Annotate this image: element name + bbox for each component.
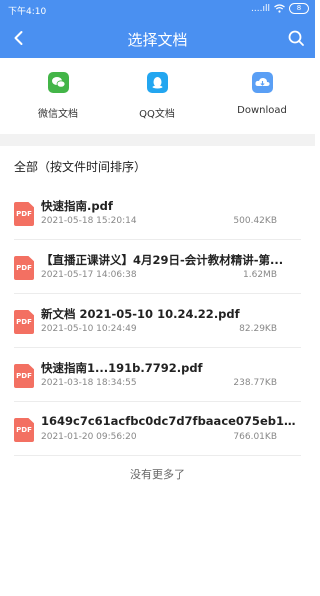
file-size: 500.42KB	[233, 216, 277, 226]
source-label: Download	[237, 105, 287, 116]
file-size: 238.77KB	[233, 378, 277, 388]
source-label: 微信文档	[38, 109, 78, 120]
app-header: 下午4:10 ....ıll 8 选择文档	[0, 0, 315, 58]
signal-icon: ....ıll	[251, 3, 270, 14]
pdf-icon: PDF	[14, 202, 34, 226]
status-icons: ....ıll 8	[251, 3, 309, 14]
file-name: 新文档 2021-05-10 10.24.22.pdf	[41, 307, 240, 321]
cloud-download-icon	[251, 72, 273, 93]
file-name: 1649c7c61acfbc0dc7d7fbaace075eb1.pdf	[41, 414, 299, 428]
battery-icon: 8	[289, 3, 309, 14]
pdf-icon: PDF	[14, 256, 34, 280]
source-wechat[interactable]: 微信文档	[18, 72, 98, 120]
file-size: 766.01KB	[233, 432, 277, 442]
source-qq[interactable]: QQ文档	[117, 72, 197, 120]
no-more-text: 没有更多了	[130, 468, 185, 481]
file-list: PDF 快速指南.pdf 2021-05-18 15:20:14 500.42K…	[0, 186, 315, 456]
status-time: 下午4:10	[8, 7, 47, 17]
file-size: 1.62MB	[243, 270, 277, 280]
file-item[interactable]: PDF 1649c7c61acfbc0dc7d7fbaace075eb1.pdf…	[14, 402, 301, 456]
file-name: 【直播正课讲义】4月29日-会计教材精讲-第...	[41, 253, 284, 267]
file-date: 2021-05-18 15:20:14	[41, 216, 137, 226]
source-download[interactable]: Download	[222, 72, 302, 116]
file-name: 快速指南.pdf	[41, 199, 113, 213]
file-item[interactable]: PDF 【直播正课讲义】4月29日-会计教材精讲-第... 2021-05-17…	[14, 240, 301, 294]
document-sources: 微信文档 QQ文档 Download	[0, 58, 315, 134]
file-item[interactable]: PDF 快速指南.pdf 2021-05-18 15:20:14 500.42K…	[14, 186, 301, 240]
section-title: 全部（按文件时间排序）	[14, 160, 147, 174]
file-date: 2021-05-10 10:24:49	[41, 324, 137, 334]
file-item[interactable]: PDF 快速指南1...191b.7792.pdf 2021-03-18 18:…	[14, 348, 301, 402]
page-title: 选择文档	[127, 31, 188, 49]
file-date: 2021-05-17 14:06:38	[41, 270, 137, 280]
file-size: 82.29KB	[239, 324, 277, 334]
file-date: 2021-03-18 18:34:55	[41, 378, 137, 388]
nav-bar: 选择文档	[0, 20, 315, 58]
pdf-icon: PDF	[14, 418, 34, 442]
qq-icon	[146, 72, 168, 93]
file-name: 快速指南1...191b.7792.pdf	[41, 361, 203, 375]
wechat-icon	[47, 72, 69, 93]
source-label: QQ文档	[139, 109, 175, 120]
file-item[interactable]: PDF 新文档 2021-05-10 10.24.22.pdf 2021-05-…	[14, 294, 301, 348]
file-date: 2021-01-20 09:56:20	[41, 432, 137, 442]
pdf-icon: PDF	[14, 310, 34, 334]
wifi-icon	[274, 4, 285, 13]
search-icon[interactable]	[287, 29, 305, 47]
status-bar: 下午4:10 ....ıll 8	[0, 0, 315, 20]
pdf-icon: PDF	[14, 364, 34, 388]
section-divider	[0, 134, 315, 146]
